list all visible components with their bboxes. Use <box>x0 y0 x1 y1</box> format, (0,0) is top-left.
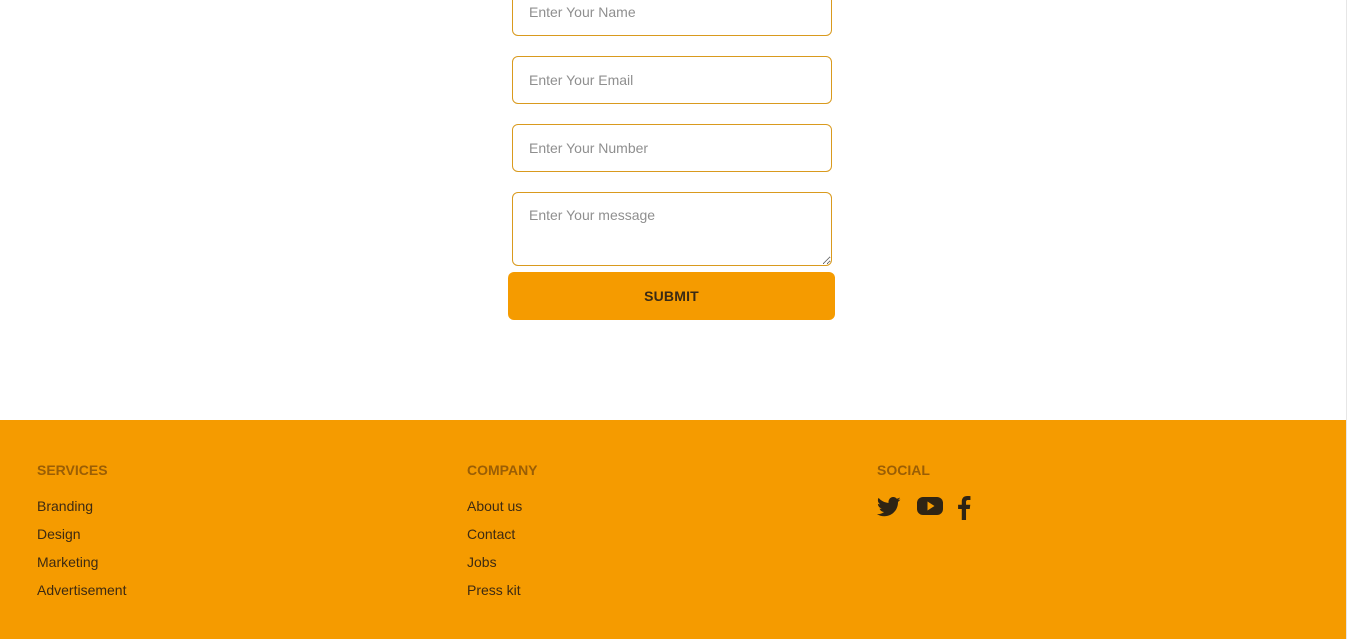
footer-link-item: Press kit <box>467 580 522 608</box>
submit-button[interactable]: SUBMIT <box>508 272 835 320</box>
footer-link-branding[interactable]: Branding <box>37 498 93 514</box>
footer-link-about-us[interactable]: About us <box>467 498 522 514</box>
facebook-icon[interactable] <box>957 496 983 520</box>
footer-link-item: Marketing <box>37 552 126 580</box>
footer-link-item: Advertisement <box>37 580 126 608</box>
contact-form: SUBMIT <box>0 0 1346 420</box>
footer-company-links: About us Contact Jobs Press kit <box>467 496 522 608</box>
footer-link-jobs[interactable]: Jobs <box>467 554 497 570</box>
footer-link-item: Branding <box>37 496 126 524</box>
footer-services-title: SERVICES <box>37 462 108 478</box>
footer-link-design[interactable]: Design <box>37 526 81 542</box>
footer-company-title: COMPANY <box>467 462 538 478</box>
footer-link-marketing[interactable]: Marketing <box>37 554 98 570</box>
footer-link-press-kit[interactable]: Press kit <box>467 582 521 598</box>
footer-link-item: Jobs <box>467 552 522 580</box>
site-footer: SERVICES Branding Design Marketing Adver… <box>0 420 1346 639</box>
footer-link-item: Design <box>37 524 126 552</box>
footer-link-contact[interactable]: Contact <box>467 526 515 542</box>
name-input[interactable] <box>512 0 832 36</box>
twitter-icon[interactable] <box>877 496 903 520</box>
email-input[interactable] <box>512 56 832 104</box>
message-textarea[interactable] <box>512 192 832 266</box>
footer-link-advertisement[interactable]: Advertisement <box>37 582 126 598</box>
footer-link-item: About us <box>467 496 522 524</box>
number-input[interactable] <box>512 124 832 172</box>
social-icons <box>877 496 983 520</box>
footer-social-title: SOCIAL <box>877 462 930 478</box>
youtube-icon[interactable] <box>917 496 943 520</box>
footer-services-links: Branding Design Marketing Advertisement <box>37 496 126 608</box>
footer-link-item: Contact <box>467 524 522 552</box>
